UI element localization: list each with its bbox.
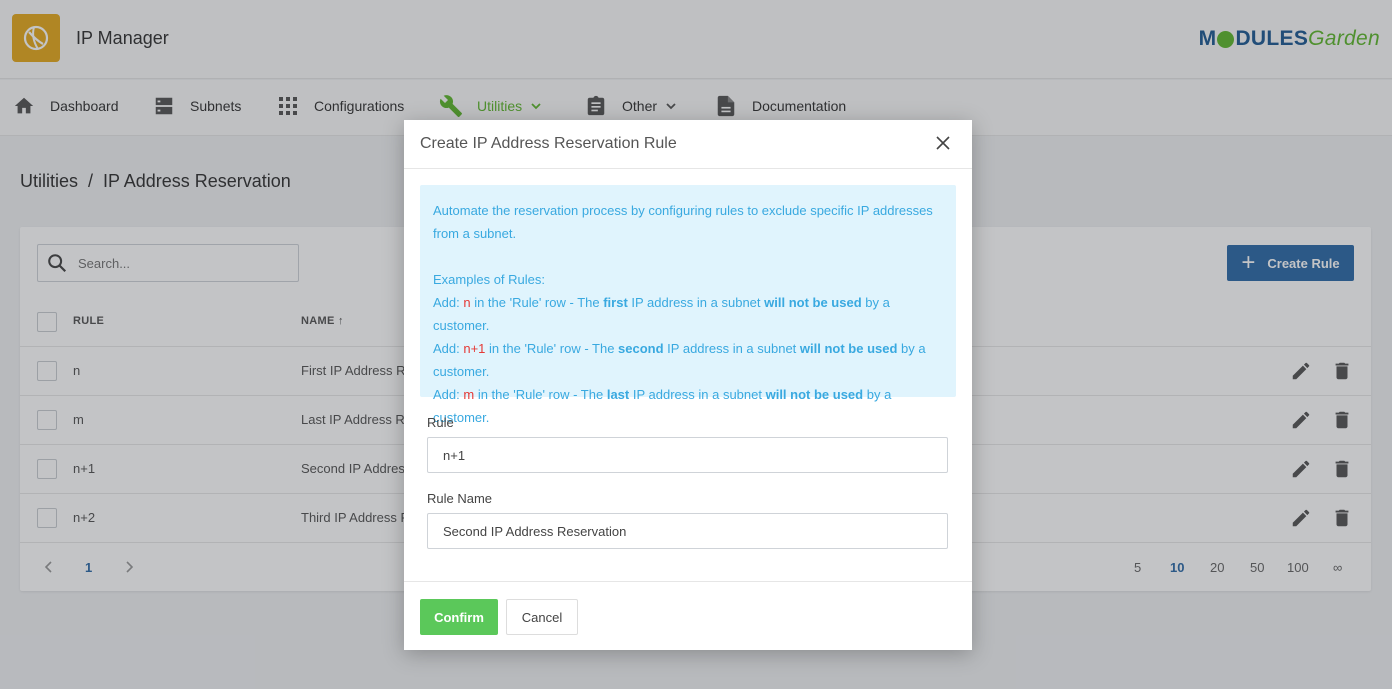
example-ordinal: first <box>603 295 628 310</box>
modal-footer: Confirm Cancel <box>404 581 972 650</box>
example-var: m <box>463 387 475 402</box>
rule-name-input[interactable] <box>427 513 948 549</box>
close-icon[interactable] <box>936 136 952 152</box>
example-emph: will not be used <box>764 295 862 310</box>
example-prefix: Add: <box>433 387 464 402</box>
info-intro: Automate the reservation process by conf… <box>433 203 933 241</box>
example-mid2: IP address in a subnet <box>629 387 766 402</box>
confirm-button[interactable]: Confirm <box>420 599 498 635</box>
example-mid: in the 'Rule' row - The <box>485 341 619 356</box>
info-example: Add: m in the 'Rule' row - The last IP a… <box>433 383 943 429</box>
example-mid: in the 'Rule' row - The <box>474 387 607 402</box>
info-box: Automate the reservation process by conf… <box>420 185 956 425</box>
example-prefix: Add: <box>433 341 464 356</box>
example-var: n+1 <box>463 341 486 356</box>
rule-name-label: Rule Name <box>427 491 493 506</box>
info-example: Add: n+1 in the 'Rule' row - The second … <box>433 337 943 383</box>
rule-input[interactable] <box>427 437 948 473</box>
modal-header: Create IP Address Reservation Rule <box>404 120 972 169</box>
example-emph: will not be used <box>799 341 898 356</box>
rule-label: Rule <box>427 415 454 430</box>
example-mid: in the 'Rule' row - The <box>470 295 604 310</box>
example-ordinal: last <box>606 387 630 402</box>
info-examples-title: Examples of Rules: <box>433 272 545 287</box>
modal-title: Create IP Address Reservation Rule <box>420 135 677 152</box>
example-emph: will not be used <box>765 387 864 402</box>
example-ordinal: second <box>618 341 664 356</box>
example-mid2: IP address in a subnet <box>663 341 800 356</box>
example-prefix: Add: <box>433 295 464 310</box>
create-rule-modal: Create IP Address Reservation Rule Autom… <box>404 120 972 650</box>
cancel-button[interactable]: Cancel <box>506 599 578 635</box>
info-example: Add: n in the 'Rule' row - The first IP … <box>433 291 943 337</box>
example-mid2: IP address in a subnet <box>627 295 765 310</box>
example-var: n <box>463 295 471 310</box>
